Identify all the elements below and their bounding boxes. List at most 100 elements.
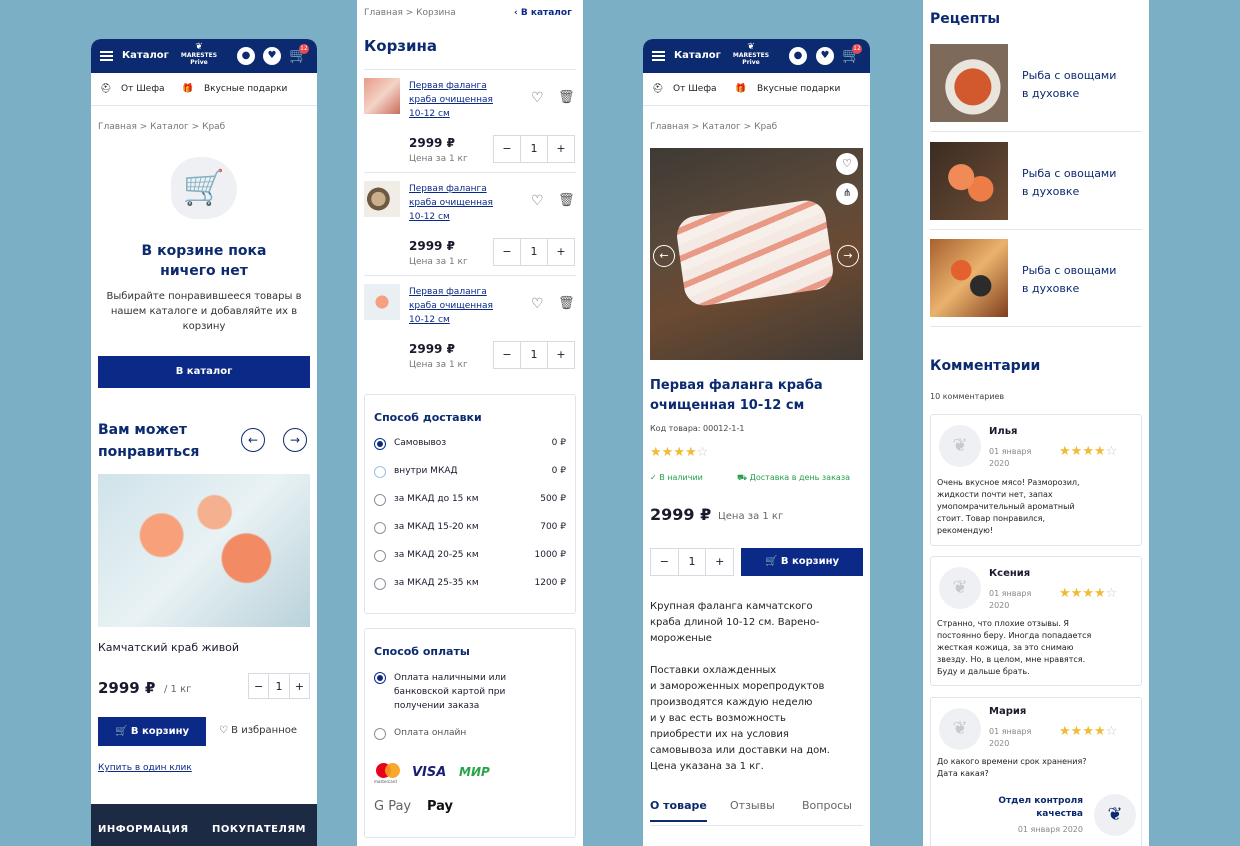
- add-to-cart-button[interactable]: 🛒 В корзину: [98, 717, 206, 746]
- add-to-favorites[interactable]: ♡ В избранное: [219, 725, 297, 736]
- menu-icon[interactable]: [652, 51, 665, 61]
- product-image[interactable]: [650, 148, 863, 360]
- footer-info[interactable]: ИНФОРМАЦИЯ: [98, 824, 189, 835]
- minus-button[interactable]: −: [249, 674, 270, 698]
- catalog-link[interactable]: Каталог: [674, 50, 721, 61]
- star-icon: ★: [1082, 724, 1094, 739]
- share-icon[interactable]: ⋔: [836, 183, 858, 205]
- plus-button[interactable]: +: [548, 136, 574, 162]
- radio-pickup[interactable]: [374, 438, 386, 450]
- tab-questions[interactable]: Вопросы: [802, 799, 852, 812]
- plus-button[interactable]: +: [290, 674, 309, 698]
- recipe-name: Рыба с овощами в духовке: [1022, 264, 1117, 295]
- minus-button[interactable]: −: [651, 549, 679, 575]
- nav-gifts[interactable]: Вкусные подарки: [204, 84, 287, 94]
- item-name[interactable]: Первая фаланга краба очищенная 10-12 см: [409, 79, 493, 121]
- delivery-label[interactable]: за МКАД до 15 км: [394, 494, 479, 504]
- item-thumbnail[interactable]: [364, 284, 400, 320]
- nav-gifts[interactable]: Вкусные подарки: [757, 84, 840, 94]
- arrow-left-icon[interactable]: ←: [241, 428, 265, 452]
- tab-reviews[interactable]: Отзывы: [730, 799, 775, 812]
- qty-value[interactable]: 1: [269, 674, 290, 698]
- nav-chef[interactable]: От Шефа: [121, 84, 165, 94]
- user-icon[interactable]: ●: [237, 47, 255, 65]
- heart-icon[interactable]: ♡: [531, 296, 544, 312]
- logo[interactable]: ❦ MARESTES Prive: [731, 43, 771, 67]
- delivery-label[interactable]: внутри МКАД: [394, 466, 458, 476]
- item-thumbnail[interactable]: [364, 181, 400, 217]
- heart-icon[interactable]: ♡: [531, 193, 544, 209]
- minus-button[interactable]: −: [494, 136, 521, 162]
- add-to-cart-button[interactable]: 🛒 В корзину: [741, 548, 863, 576]
- apple-pay-logo: Pay: [427, 799, 454, 814]
- item-thumbnail[interactable]: [364, 78, 400, 114]
- payment-cash-label[interactable]: Оплата наличными или банковской картой пр…: [394, 671, 506, 713]
- minus-button[interactable]: −: [494, 239, 521, 265]
- footer-buyers[interactable]: ПОКУПАТЕЛЯМ: [212, 824, 306, 835]
- star-icon: ★: [1082, 444, 1094, 459]
- trash-icon[interactable]: 🗑: [558, 193, 575, 208]
- radio-pay-cash[interactable]: [374, 672, 386, 684]
- trash-icon[interactable]: 🗑: [558, 90, 575, 105]
- empty-cart-screen: Каталог ❦ MARESTES Prive ● ♥ 🛒 12 ⛑ От Ш…: [91, 39, 317, 846]
- qty-value[interactable]: 1: [521, 342, 548, 368]
- comment-card: ❦ Мария 01 января 2020 ★★★★☆ До какого вр…: [930, 697, 1142, 846]
- recipe-item[interactable]: Рыба с овощами в духовке: [930, 142, 1142, 230]
- recipe-name: Рыба с овощами в духовке: [1022, 69, 1117, 100]
- catalog-link[interactable]: Каталог: [122, 50, 169, 61]
- item-name[interactable]: Первая фаланга краба очищенная 10-12 см: [409, 182, 493, 224]
- product-description: Крупная фаланга камчатского краба длиной…: [650, 601, 830, 772]
- arrow-left-icon[interactable]: ←: [653, 245, 675, 267]
- plus-button[interactable]: +: [548, 239, 574, 265]
- product-image[interactable]: [98, 474, 310, 627]
- item-name[interactable]: Первая фаланга краба очищенная 10-12 см: [409, 285, 493, 327]
- heart-icon[interactable]: ♥: [263, 47, 281, 65]
- product-unit: Цена за 1 кг: [718, 511, 784, 522]
- cart-screen: Главная > Корзина ‹ В каталог Корзина Пе…: [357, 0, 583, 846]
- heart-icon[interactable]: ♥: [816, 47, 834, 65]
- delivery-label[interactable]: за МКАД 15-20 км: [394, 522, 479, 532]
- user-icon[interactable]: ●: [789, 47, 807, 65]
- payment-online-label[interactable]: Оплата онлайн: [394, 728, 466, 738]
- delivery-status: ⛟ Доставка в день заказа: [737, 473, 850, 482]
- back-to-catalog-link[interactable]: ‹ В каталог: [514, 8, 572, 18]
- product-name[interactable]: Камчатский краб живой: [98, 641, 239, 654]
- trash-icon[interactable]: 🗑: [558, 296, 575, 311]
- heart-icon[interactable]: ♡: [531, 90, 544, 106]
- minus-button[interactable]: −: [494, 342, 521, 368]
- qty-value[interactable]: 1: [521, 136, 548, 162]
- top-bar: Каталог ❦ MARESTES Prive ● ♥ 🛒 12: [643, 39, 870, 73]
- payment-title: Способ оплаты: [374, 645, 470, 658]
- qty-value[interactable]: 1: [679, 549, 707, 575]
- menu-icon[interactable]: [100, 51, 113, 61]
- sub-navigation: ⛑ От Шефа 🎁 Вкусные подарки: [91, 73, 317, 106]
- radio-mkad-20-25[interactable]: [374, 550, 386, 562]
- radio-mkad-15-20[interactable]: [374, 522, 386, 534]
- logo[interactable]: ❦ MARESTES Prive: [179, 43, 219, 67]
- delivery-label[interactable]: за МКАД 20-25 км: [394, 550, 479, 560]
- nav-chef[interactable]: От Шефа: [673, 84, 717, 94]
- recipe-item[interactable]: Рыба с овощами в духовке: [930, 239, 1142, 327]
- heart-icon[interactable]: ♡: [836, 153, 858, 175]
- check-icon: ✓: [650, 473, 657, 482]
- mir-logo: МИР: [459, 765, 490, 779]
- product-price: 2999 ₽: [650, 505, 712, 524]
- radio-mkad-25-35[interactable]: [374, 578, 386, 590]
- tab-about[interactable]: О товаре: [650, 799, 707, 822]
- radio-inside-mkad[interactable]: [374, 466, 386, 478]
- in-stock-status: ✓ В наличии: [650, 473, 703, 482]
- arrow-right-icon[interactable]: →: [837, 245, 859, 267]
- plus-button[interactable]: +: [548, 342, 574, 368]
- delivery-label[interactable]: Самовывоз: [394, 438, 446, 448]
- qty-value[interactable]: 1: [521, 239, 548, 265]
- plus-button[interactable]: +: [706, 549, 733, 575]
- delivery-label[interactable]: за МКАД 25-35 км: [394, 578, 479, 588]
- arrow-right-icon[interactable]: →: [283, 428, 307, 452]
- recipe-image: [930, 239, 1008, 317]
- radio-mkad-15[interactable]: [374, 494, 386, 506]
- recipe-item[interactable]: Рыба с овощами в духовке: [930, 44, 1142, 132]
- radio-pay-online[interactable]: [374, 728, 386, 740]
- to-catalog-button[interactable]: В каталог: [98, 356, 310, 388]
- one-click-buy-link[interactable]: Купить в один клик: [98, 763, 192, 773]
- star-icon: ★: [1082, 586, 1094, 601]
